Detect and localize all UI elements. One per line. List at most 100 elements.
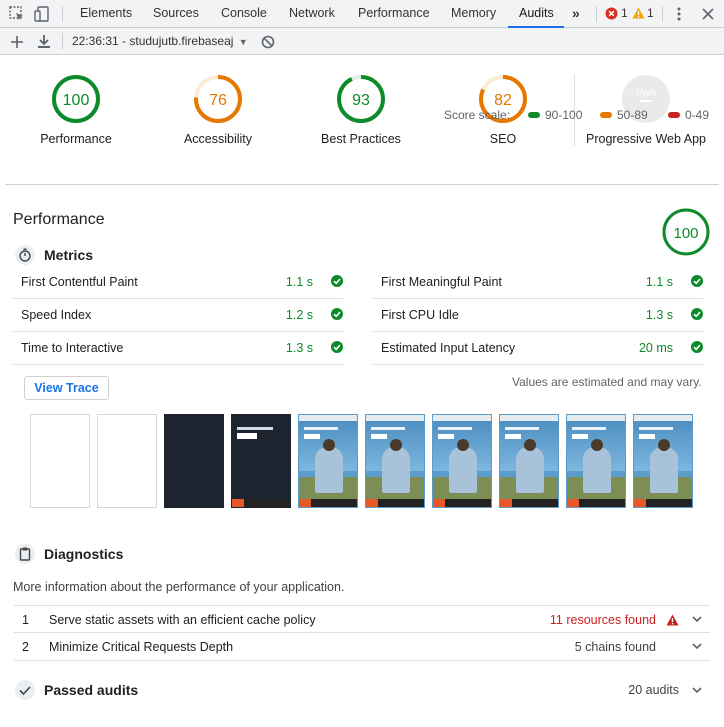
fail-triangle-icon [666, 614, 679, 626]
values-estimated-note: Values are estimated and may vary. [512, 375, 702, 389]
tab-audits[interactable]: Audits [519, 0, 554, 28]
tab-sources[interactable]: Sources [153, 0, 199, 28]
performance-section-score: 100 [673, 225, 698, 242]
pass-check-icon [691, 275, 703, 287]
performance-gauge-ring: 100 [52, 75, 100, 123]
checkmark-icon [15, 680, 35, 700]
performance-score: 100 [63, 92, 90, 109]
toolbar-divider [662, 6, 663, 22]
report-selector[interactable]: 22:36:31 - studujutb.firebaseaj ▼ [72, 28, 248, 55]
metric-name: First Meaningful Paint [381, 275, 502, 289]
gauge-label: Accessibility [183, 132, 253, 146]
passed-audits-group[interactable]: Passed audits 20 audits [14, 676, 710, 704]
gauge-performance[interactable]: 100 Performance [6, 74, 146, 146]
tab-console[interactable]: Console [221, 0, 267, 28]
metrics-title: Metrics [44, 247, 94, 263]
metric-value: 1.3 s [285, 341, 313, 355]
gauge-label: Best Practices [321, 132, 401, 146]
tab-memory[interactable]: Memory [451, 0, 496, 28]
diagnostics-title: Diagnostics [44, 546, 124, 562]
diagnostic-title: Serve static assets with an efficient ca… [49, 613, 316, 627]
accessibility-gauge-ring: 76 [194, 75, 242, 123]
view-trace-button[interactable]: View Trace [24, 376, 109, 400]
passed-audits-title: Passed audits [44, 682, 139, 698]
error-count[interactable]: 1 [621, 0, 628, 28]
tab-network[interactable]: Network [289, 0, 335, 28]
chevron-down-icon[interactable] [692, 642, 702, 650]
chevron-down-icon[interactable] [692, 686, 702, 694]
best-practices-score: 93 [352, 92, 370, 109]
section-divider [5, 184, 719, 185]
performance-section-gauge: 100 [662, 208, 710, 256]
metric-value: 20 ms [638, 341, 673, 355]
best-practices-gauge-ring: 93 [337, 75, 385, 123]
scale-average-swatch [600, 111, 612, 118]
toolbar-divider [596, 6, 597, 22]
tab-elements[interactable]: Elements [80, 0, 132, 28]
metric-name: First Contentful Paint [21, 275, 138, 289]
device-toolbar-icon[interactable] [33, 5, 51, 23]
gauge-label: Progressive Web App [586, 132, 706, 146]
more-options-icon[interactable] [672, 6, 686, 22]
warning-icon[interactable] [632, 7, 645, 19]
diagnostic-row-cache-policy[interactable]: 1 Serve static assets with an efficient … [14, 605, 710, 633]
pass-check-icon [331, 341, 343, 353]
download-report-icon[interactable] [35, 33, 53, 51]
gauge-accessibility[interactable]: 76 Accessibility [148, 74, 288, 146]
performance-section-title: Performance [13, 211, 105, 228]
filmstrip-frame [633, 414, 693, 508]
gauge-label: Performance [40, 132, 112, 146]
chevron-down-icon[interactable] [692, 615, 702, 623]
scale-range-pass: 90-100 [528, 108, 582, 122]
filmstrip-frame [30, 414, 90, 508]
pass-check-icon [331, 275, 343, 287]
accessibility-score: 76 [209, 92, 227, 109]
passed-audits-count: 20 audits [628, 683, 679, 697]
pass-check-icon [331, 308, 343, 320]
toolbar-divider [62, 6, 63, 22]
metric-time-to-interactive: Time to Interactive 1.3 s [13, 332, 343, 365]
tab-performance[interactable]: Performance [358, 0, 430, 28]
scale-range-fail: 0-49 [668, 108, 709, 122]
metric-value: 1.1 s [645, 275, 673, 289]
metric-value: 1.3 s [645, 308, 673, 322]
scale-pass-swatch [528, 111, 540, 118]
metric-value: 1.1 s [285, 275, 313, 289]
metric-name: Speed Index [21, 308, 92, 322]
new-audit-icon[interactable] [8, 33, 26, 51]
devtools-tab-bar: Elements Sources Console Network Perform… [0, 0, 724, 28]
diagnostic-number: 2 [22, 640, 29, 654]
filmstrip-frame [164, 414, 224, 508]
gauge-best-practices[interactable]: 93 Best Practices [291, 74, 431, 146]
score-scale-label: Score scale: [444, 108, 511, 122]
scale-range-average: 50-89 [600, 108, 648, 122]
metric-first-cpu-idle: First CPU Idle 1.3 s [373, 299, 703, 332]
metric-speed-index: Speed Index 1.2 s [13, 299, 343, 332]
pass-check-icon [691, 308, 703, 320]
clear-reports-icon[interactable] [259, 33, 277, 51]
filmstrip-frame [566, 414, 626, 508]
pwa-badge-text: PWA [636, 88, 656, 98]
filmstrip-frame [97, 414, 157, 508]
diagnostic-detail: 11 resources found [549, 613, 656, 627]
metric-name: Time to Interactive [21, 341, 124, 355]
diagnostic-number: 1 [22, 613, 29, 627]
error-icon[interactable] [605, 7, 618, 20]
gauge-label: SEO [489, 132, 517, 146]
more-tabs-icon[interactable]: » [572, 0, 580, 28]
clipboard-icon [15, 544, 35, 564]
diagnostics-description: More information about the performance o… [13, 580, 345, 594]
diagnostic-row-critical-requests[interactable]: 2 Minimize Critical Requests Depth 5 cha… [14, 633, 710, 661]
scale-fail-swatch [668, 111, 680, 118]
toolbar-divider [62, 33, 63, 49]
pass-check-icon [691, 341, 703, 353]
filmstrip-frame [231, 414, 291, 508]
audits-toolbar: 22:36:31 - studujutb.firebaseaj ▼ [0, 28, 724, 55]
chevron-down-icon: ▼ [238, 37, 248, 47]
filmstrip-frame [499, 414, 559, 508]
close-icon[interactable] [700, 5, 716, 23]
warning-count[interactable]: 1 [647, 0, 654, 28]
metric-first-meaningful-paint: First Meaningful Paint 1.1 s [373, 266, 703, 299]
inspect-element-icon[interactable] [8, 5, 26, 23]
filmstrip-frame [432, 414, 492, 508]
